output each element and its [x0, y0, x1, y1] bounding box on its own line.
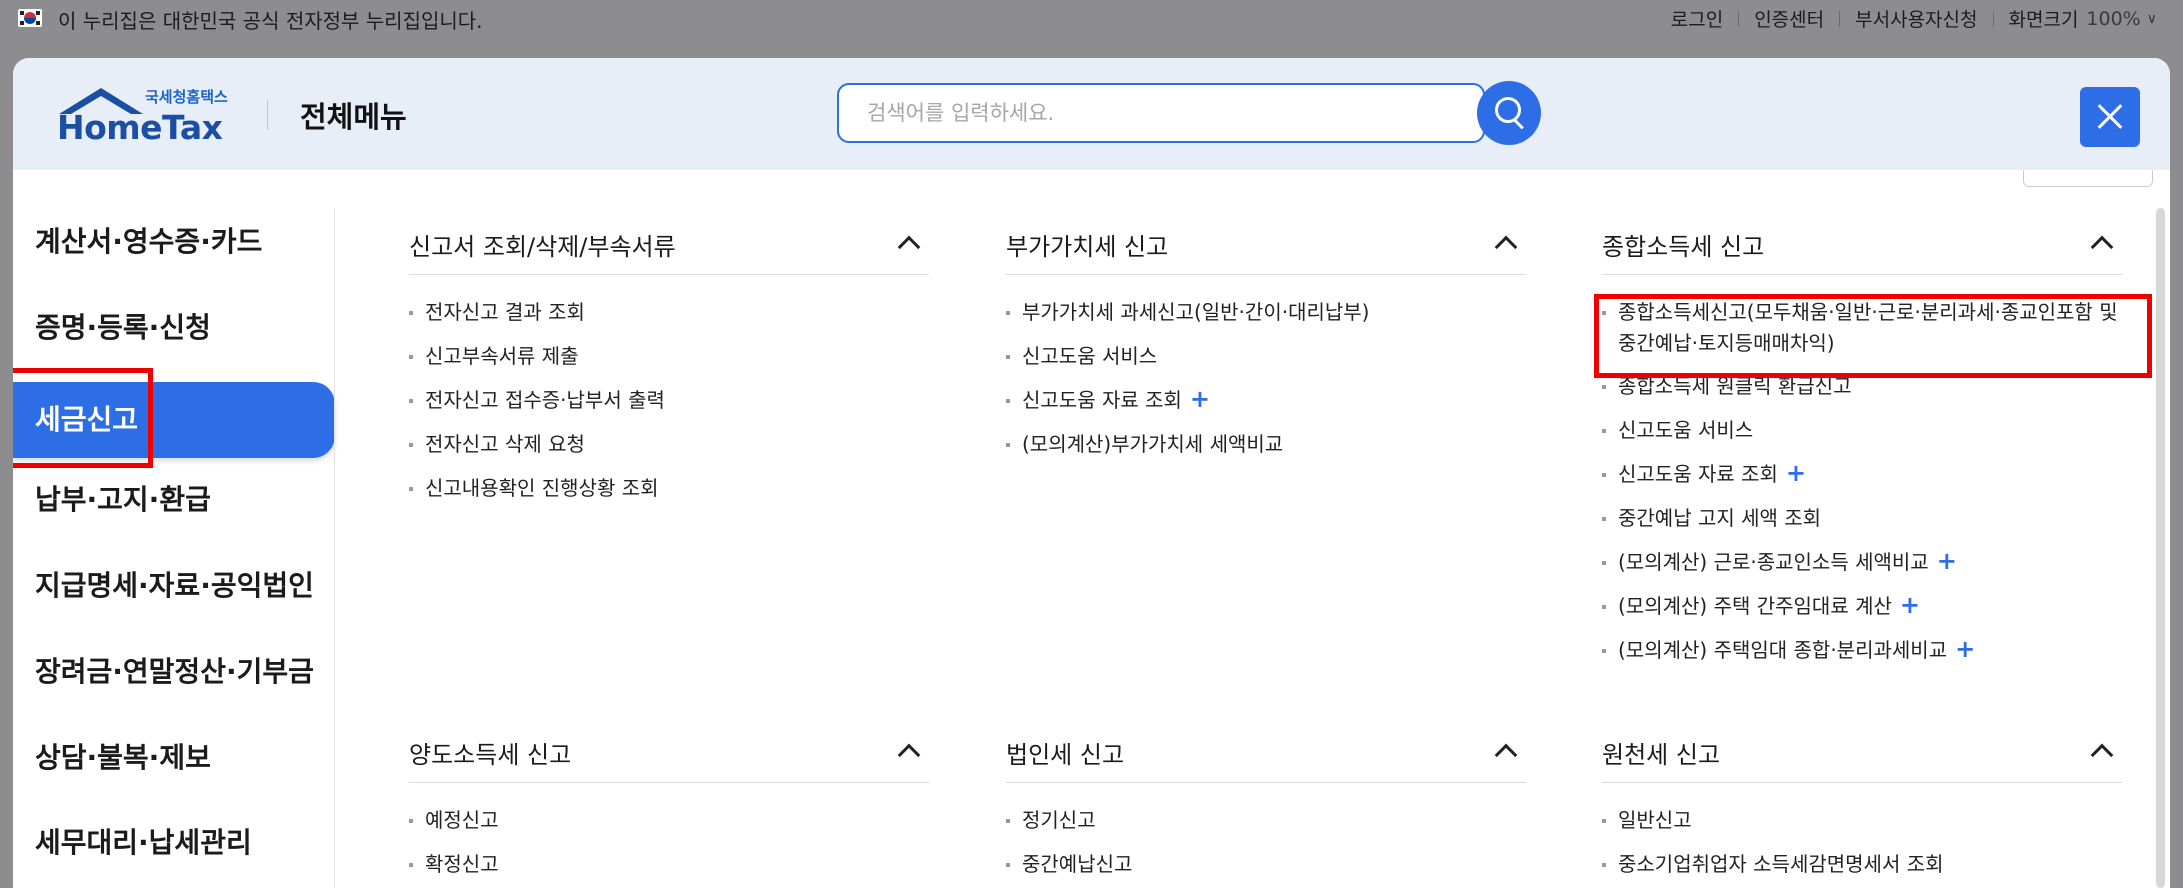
menu-item[interactable]: (모의계산) 주택임대 종합·분리과세비교 + — [1602, 635, 2142, 679]
highlight-box-sidebar — [13, 368, 153, 468]
zoom-level[interactable]: 100% — [2086, 8, 2140, 30]
menu-item[interactable]: 신고도움 자료 조회 + — [1602, 459, 2142, 503]
section-header[interactable]: 신고서 조회/삭제/부속서류 — [409, 211, 929, 275]
screen-size-label[interactable]: 화면크기 — [2009, 5, 2079, 32]
section-header[interactable]: 원천세 신고 — [1602, 719, 2122, 783]
modal-header: 국세청홈택스 HomeTax 전체메뉴 — [13, 58, 2170, 170]
gov-banner-text: 이 누리집은 대한민국 공식 전자정부 누리집입니다. — [58, 9, 483, 33]
hometax-logo[interactable]: 국세청홈택스 HomeTax — [57, 86, 247, 147]
menu-item-label: (모의계산) 주택임대 종합·분리과세비교 — [1618, 638, 1948, 662]
cert-center-link[interactable]: 인증센터 — [1754, 5, 1824, 32]
menu-item[interactable]: 신고도움 자료 조회 + — [1006, 385, 1546, 429]
menu-item[interactable]: 확정신고 — [409, 849, 949, 888]
chevron-up-icon[interactable] — [2090, 743, 2114, 767]
menu-item[interactable]: 중간예납 고지 세액 조회 — [1602, 503, 2142, 547]
section-header[interactable]: 종합소득세 신고 — [1602, 211, 2122, 275]
menu-item[interactable]: 신고내용확인 진행상황 조회 — [409, 473, 949, 517]
search-icon — [1495, 97, 1521, 123]
menu-item[interactable]: 예정신고 — [409, 805, 949, 849]
section-header[interactable]: 법인세 신고 — [1006, 719, 1526, 783]
sidebar-item-statement[interactable]: 지급명세·자료·공익법인 — [13, 548, 333, 624]
menu-item[interactable]: 중간예납신고 — [1006, 849, 1546, 888]
scrollbar[interactable] — [2156, 208, 2165, 888]
plus-icon[interactable]: + — [1190, 385, 1210, 413]
menu-item[interactable]: 전자신고 결과 조회 — [409, 297, 949, 341]
section-title: 법인세 신고 — [1006, 741, 1125, 769]
chevron-up-icon[interactable] — [897, 743, 921, 767]
gov-banner: 이 누리집은 대한민국 공식 전자정부 누리집입니다. 로그인 인증센터 부서사… — [0, 0, 2183, 38]
full-menu-modal: 국세청홈택스 HomeTax 전체메뉴 계산서·영수증·카드 증명·등록·신청 … — [13, 58, 2170, 888]
sidebar-item-incentive[interactable]: 장려금·연말정산·기부금 — [13, 634, 333, 710]
menu-item[interactable]: 정기신고 — [1006, 805, 1546, 849]
sidebar-item-agent[interactable]: 세무대리·납세관리 — [13, 805, 333, 881]
plus-icon[interactable]: + — [1937, 547, 1957, 575]
chevron-up-icon[interactable] — [2090, 235, 2114, 259]
sidebar-item-certificate[interactable]: 증명·등록·신청 — [13, 290, 333, 366]
chevron-up-icon[interactable] — [1494, 235, 1518, 259]
search-button[interactable] — [1477, 81, 1541, 145]
menu-item-label: 신고도움 자료 조회 — [1618, 462, 1778, 486]
menu-item[interactable]: 신고부속서류 제출 — [409, 341, 949, 385]
sidebar: 계산서·영수증·카드 증명·등록·신청 세금신고 납부·고지·환급 지급명세·자… — [13, 170, 335, 888]
sidebar-item-payment[interactable]: 납부·고지·환급 — [13, 462, 333, 538]
dept-user-apply-link[interactable]: 부서사용자신청 — [1855, 5, 1977, 32]
chevron-up-icon[interactable] — [1494, 743, 1518, 767]
menu-item[interactable]: 전자신고 삭제 요청 — [409, 429, 949, 473]
sidebar-item-invoice[interactable]: 계산서·영수증·카드 — [13, 204, 333, 280]
plus-icon[interactable]: + — [1786, 459, 1806, 487]
close-button[interactable] — [2080, 87, 2140, 147]
logo-name: HomeTax — [57, 108, 223, 147]
section-header[interactable]: 부가가치세 신고 — [1006, 211, 1526, 275]
section-title: 종합소득세 신고 — [1602, 233, 1765, 261]
menu-item-label: 신고도움 자료 조회 — [1022, 388, 1182, 412]
top-button-stub[interactable] — [2023, 170, 2153, 187]
page-title: 전체메뉴 — [300, 100, 407, 134]
login-link[interactable]: 로그인 — [1671, 5, 1723, 32]
menu-item[interactable]: 일반신고 — [1602, 805, 2142, 849]
korea-flag-icon — [18, 9, 42, 27]
menu-item-label: (모의계산) 근로·종교인소득 세액비교 — [1618, 550, 1929, 574]
gov-links: 로그인 인증센터 부서사용자신청 화면크기 100% ∨ — [1671, 5, 2157, 32]
plus-icon[interactable]: + — [1955, 635, 1975, 663]
section-header[interactable]: 양도소득세 신고 — [409, 719, 929, 783]
search-box — [837, 83, 1495, 143]
chevron-up-icon[interactable] — [897, 235, 921, 259]
menu-item[interactable]: (모의계산) 근로·종교인소득 세액비교 + — [1602, 547, 2142, 591]
chevron-down-icon[interactable]: ∨ — [2147, 11, 2157, 27]
menu-item[interactable]: 신고도움 서비스 — [1602, 415, 2142, 459]
menu-item[interactable]: 부가가치세 과세신고(일반·간이·대리납부) — [1006, 297, 1546, 341]
header-divider — [267, 100, 268, 130]
sidebar-item-consult[interactable]: 상담·불복·제보 — [13, 720, 333, 796]
menu-item[interactable]: 신고도움 서비스 — [1006, 341, 1546, 385]
menu-item[interactable]: 전자신고 접수증·납부서 출력 — [409, 385, 949, 429]
menu-item-label: (모의계산) 주택 간주임대료 계산 — [1618, 594, 1892, 618]
highlight-box-income-tax — [1594, 294, 2152, 378]
plus-icon[interactable]: + — [1900, 591, 1920, 619]
section-title: 부가가치세 신고 — [1006, 233, 1169, 261]
logo-subtitle: 국세청홈택스 — [145, 88, 228, 106]
section-title: 원천세 신고 — [1602, 741, 1721, 769]
section-title: 양도소득세 신고 — [409, 741, 572, 769]
menu-item[interactable]: (모의계산) 주택 간주임대료 계산 + — [1602, 591, 2142, 635]
sidebar-divider — [334, 208, 335, 888]
section-title: 신고서 조회/삭제/부속서류 — [409, 233, 676, 261]
search-input[interactable] — [839, 85, 1495, 141]
menu-item[interactable]: 중소기업취업자 소득세감면명세서 조회 — [1602, 849, 2142, 888]
menu-item[interactable]: (모의계산)부가가치세 세액비교 — [1006, 429, 1546, 473]
